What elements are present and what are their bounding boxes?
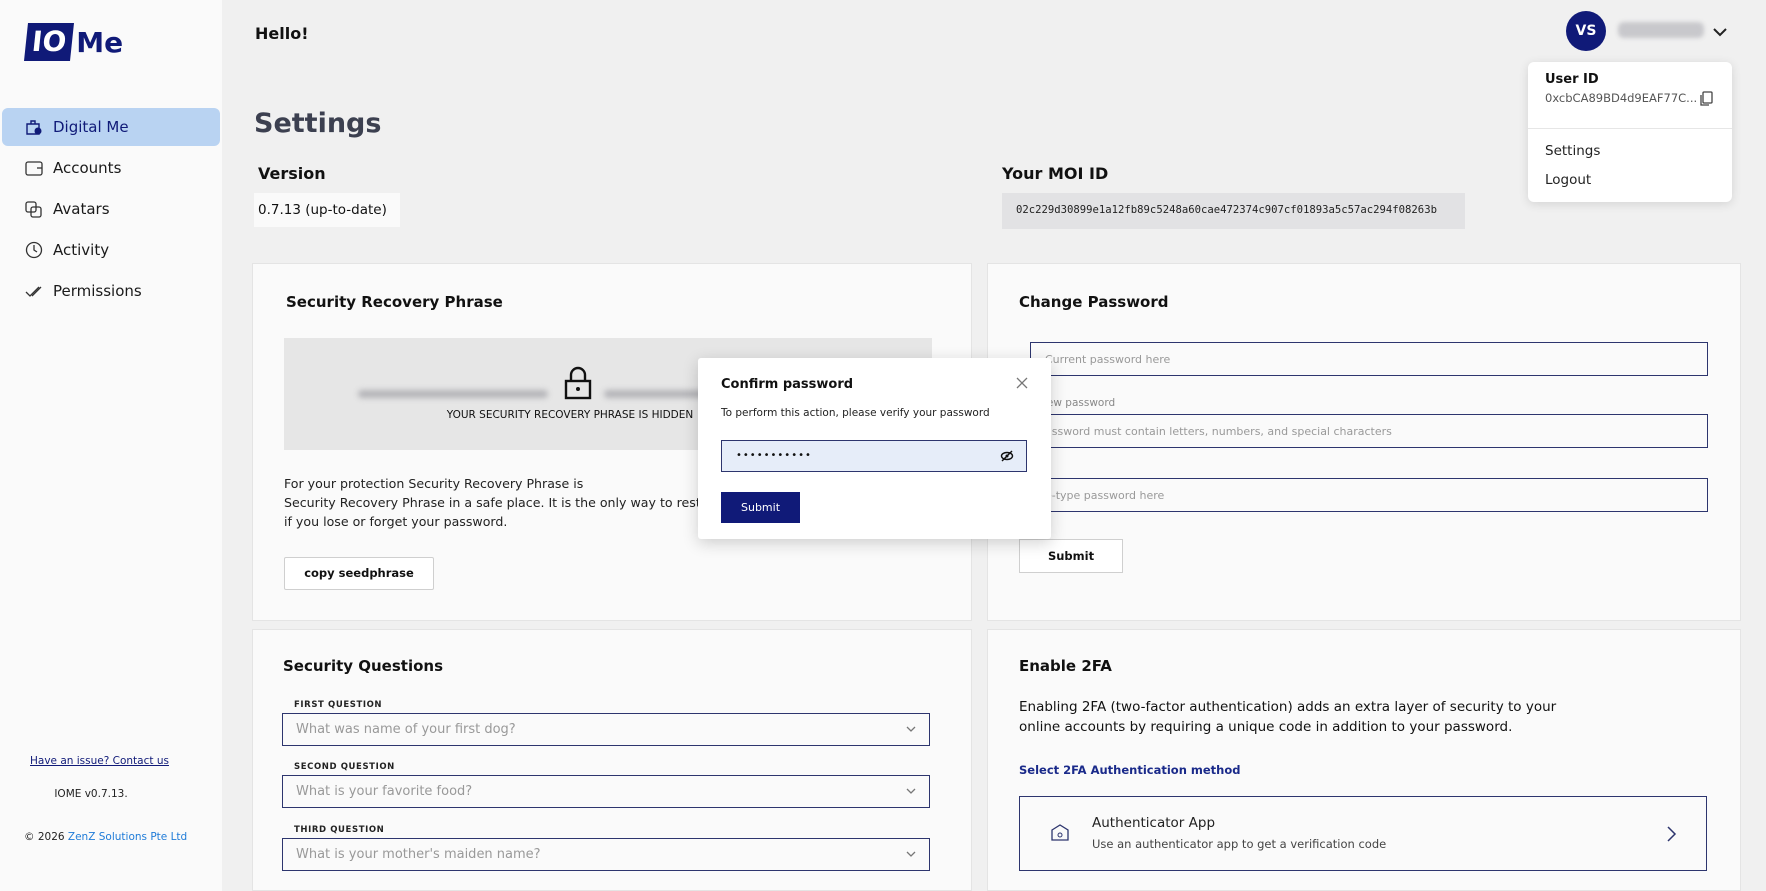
logo-mark: IO — [24, 23, 75, 61]
modal-subtitle: To perform this action, please verify yo… — [721, 407, 990, 419]
2fa-description: Enabling 2FA (two-factor authentication)… — [1019, 699, 1557, 735]
clock-icon — [25, 241, 43, 259]
sidebar-item-label: Avatars — [53, 200, 110, 218]
moi-id-label: Your MOI ID — [1002, 164, 1109, 183]
authenticator-app-title: Authenticator App — [1092, 815, 1216, 831]
sidebar-nav: Digital Me Accounts Avatars Activity Per… — [2, 108, 220, 313]
chevron-down-icon — [906, 726, 916, 732]
username-blurred[interactable] — [1618, 22, 1704, 38]
recovery-phrase-title: Security Recovery Phrase — [286, 293, 503, 311]
avatar[interactable]: VS — [1566, 11, 1606, 51]
chevron-down-icon — [906, 788, 916, 794]
copy-icon[interactable] — [1699, 91, 1713, 107]
authenticator-icon — [1051, 824, 1069, 841]
current-password-field[interactable]: Current password here — [1030, 342, 1708, 376]
lock-icon — [564, 366, 592, 400]
first-question-select[interactable]: What was name of your first dog? — [282, 713, 930, 746]
sidebar-item-accounts[interactable]: Accounts — [2, 149, 220, 187]
change-password-title: Change Password — [1019, 293, 1169, 311]
sidebar-item-activity[interactable]: Activity — [2, 231, 220, 269]
menu-item-settings[interactable]: Settings — [1545, 143, 1600, 159]
phrase-hidden-label: YOUR SECURITY RECOVERY PHRASE IS HIDDEN — [446, 409, 694, 421]
change-password-submit-button[interactable]: Submit — [1019, 539, 1123, 573]
authenticator-app-subtitle: Use an authenticator app to get a verifi… — [1092, 837, 1387, 851]
menu-divider — [1528, 128, 1732, 129]
security-questions-title: Security Questions — [283, 657, 444, 675]
confirm-password-modal: Confirm password To perform this action,… — [698, 358, 1051, 539]
wallet-icon — [25, 161, 43, 176]
user-dropdown-menu: User ID 0xcbCA89BD4d9EAF77C... Settings … — [1528, 62, 1732, 202]
third-question-value: What is your mother's maiden name? — [296, 847, 541, 862]
eye-off-icon[interactable] — [1000, 450, 1014, 462]
modal-submit-button[interactable]: Submit — [721, 492, 800, 523]
chevron-down-icon[interactable] — [1712, 24, 1728, 40]
first-question-value: What was name of your first dog? — [296, 722, 516, 737]
page-title: Settings — [254, 108, 382, 139]
password-mask: ••••••••••• — [736, 450, 812, 461]
sidebar-item-label: Permissions — [53, 282, 142, 300]
menu-item-logout[interactable]: Logout — [1545, 172, 1591, 188]
enable-2fa-title: Enable 2FA — [1019, 657, 1112, 675]
contact-link[interactable]: Have an issue? Contact us — [30, 755, 169, 767]
sidebar-item-avatars[interactable]: Avatars — [2, 190, 220, 228]
first-question-label: FIRST QUESTION — [294, 700, 383, 710]
copy-seedphrase-button[interactable]: copy seedphrase — [284, 557, 434, 590]
password-input[interactable]: ••••••••••• — [721, 440, 1027, 472]
avatars-icon — [25, 201, 42, 218]
user-id-label: User ID — [1545, 72, 1599, 87]
app-version: IOME v0.7.13. — [54, 788, 128, 800]
sidebar-item-label: Accounts — [53, 159, 122, 177]
logo-text: Me — [76, 25, 124, 59]
select-2fa-method-link[interactable]: Select 2FA Authentication method — [1019, 763, 1241, 777]
chevron-right-icon — [1667, 826, 1677, 842]
user-id-value: 0xcbCA89BD4d9EAF77C... — [1545, 91, 1698, 105]
third-question-select[interactable]: What is your mother's maiden name? — [282, 838, 930, 871]
second-question-select[interactable]: What is your favorite food? — [282, 775, 930, 808]
sidebar-item-permissions[interactable]: Permissions — [2, 272, 220, 310]
moi-id-value[interactable]: 02c229d30899e1a12fb89c5248a60cae472374c9… — [1002, 193, 1465, 229]
sidebar-item-label: Digital Me — [53, 118, 129, 136]
check-icon — [25, 286, 42, 297]
chevron-down-icon — [906, 851, 916, 857]
copyright: © 2026 ZenZ Solutions Pte Ltd — [24, 831, 187, 843]
version-value: 0.7.13 (up-to-date) — [254, 193, 400, 227]
sidebar-item-digital-me[interactable]: Digital Me — [2, 108, 220, 146]
modal-title: Confirm password — [721, 377, 854, 392]
authenticator-app-option[interactable]: Authenticator App Use an authenticator a… — [1019, 796, 1707, 871]
blurred-phrase — [358, 390, 548, 398]
digital-me-icon — [26, 120, 42, 135]
iome-logo[interactable]: IO Me — [24, 22, 124, 62]
greeting: Hello! — [255, 24, 309, 43]
copyright-prefix: © 2026 — [24, 831, 68, 843]
close-icon[interactable] — [1016, 377, 1028, 389]
new-password-label: lew password — [1044, 397, 1116, 409]
company-link[interactable]: ZenZ Solutions Pte Ltd — [68, 831, 187, 843]
retype-password-field[interactable]: e-type password here — [1030, 478, 1708, 512]
second-question-label: SECOND QUESTION — [294, 762, 395, 772]
second-question-value: What is your favorite food? — [296, 784, 473, 799]
new-password-field[interactable]: assword must contain letters, numbers, a… — [1030, 414, 1708, 448]
sidebar-item-label: Activity — [53, 241, 110, 259]
version-label: Version — [258, 164, 326, 183]
third-question-label: THIRD QUESTION — [294, 825, 385, 835]
sidebar: IO Me Digital Me Accounts Avatars Activi… — [0, 0, 222, 891]
